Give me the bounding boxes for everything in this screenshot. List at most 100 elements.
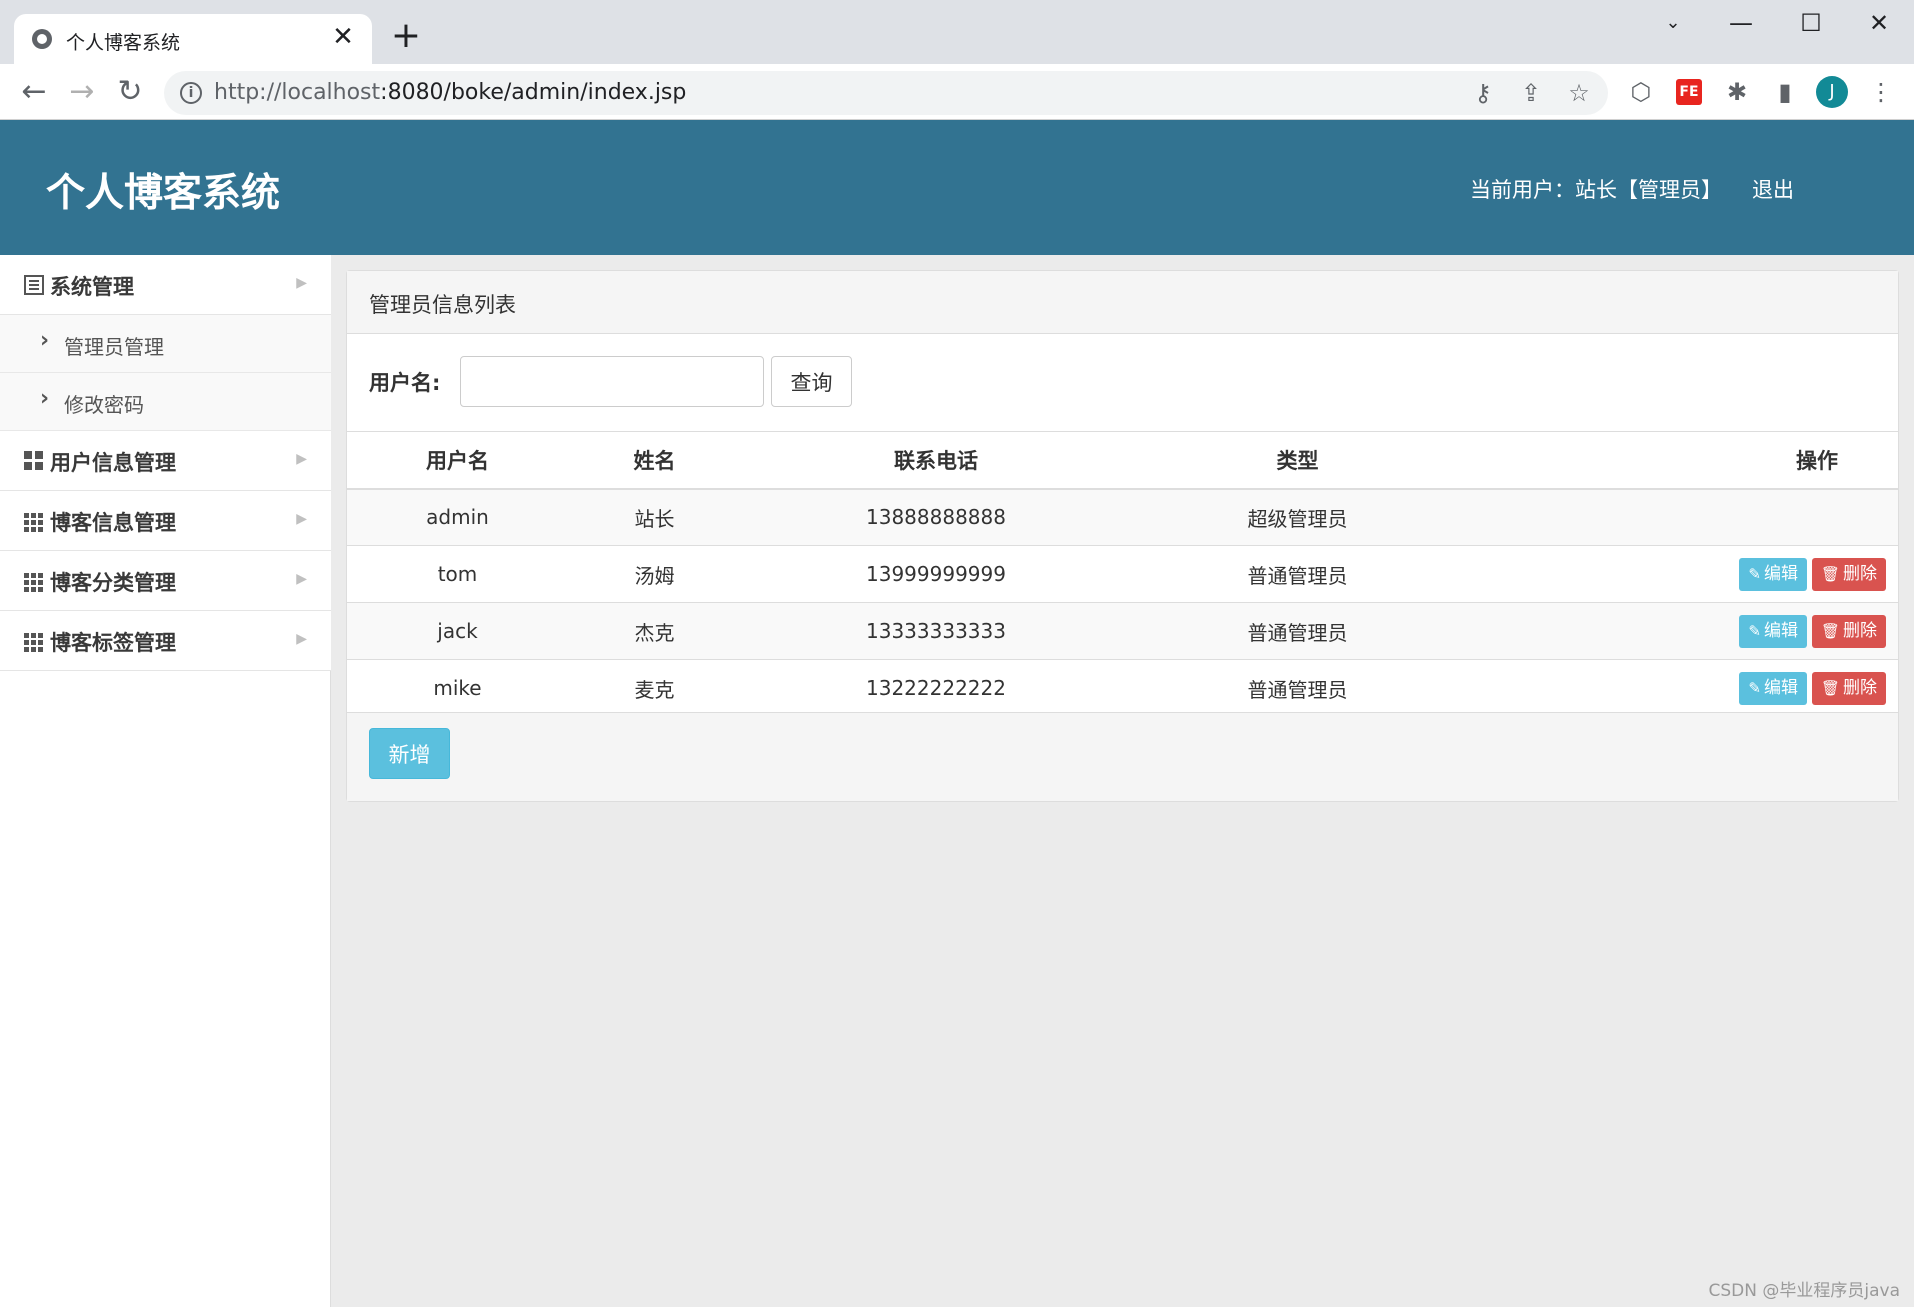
url-host: http://localhost xyxy=(214,80,381,105)
tab-title: 个人博客系统 xyxy=(66,32,181,54)
current-user-label: 当前用户：站长【管理员】 xyxy=(1470,178,1722,202)
cell-phone: 13999999999 xyxy=(741,545,1131,603)
admin-list-panel: 管理员信息列表 用户名: 查询 用户名 姓名 联系电话 类型 操作 admin … xyxy=(346,270,1899,802)
window-close-icon[interactable]: ✕ xyxy=(1856,6,1902,40)
cell-type: 普通管理员 xyxy=(1131,545,1464,603)
search-button[interactable]: 查询 xyxy=(771,356,852,407)
cell-actions xyxy=(1464,488,1898,546)
edit-icon: ✎ xyxy=(1748,621,1761,640)
chevron-right-icon: › xyxy=(40,328,50,353)
delete-button-label: 删除 xyxy=(1843,677,1877,698)
username-search-input[interactable] xyxy=(460,356,764,407)
edit-button-label: 编辑 xyxy=(1763,677,1798,698)
cell-username: admin xyxy=(347,488,568,546)
table-row: mike 麦克 13222222222 普通管理员 ✎ 编辑 🗑 删除 xyxy=(347,659,1898,717)
sidebar-subitem-label: 管理员管理 xyxy=(64,335,164,359)
cell-name: 汤姆 xyxy=(568,545,741,603)
edit-icon: ✎ xyxy=(1748,678,1761,697)
trash-icon: 🗑 xyxy=(1820,564,1840,583)
address-bar[interactable]: i http://localhost:8080/boke/admin/index… xyxy=(164,71,1608,115)
sidebar-item-user-info[interactable]: 用户信息管理 ▶ xyxy=(0,431,331,491)
profile-avatar[interactable]: J xyxy=(1816,76,1848,108)
column-header-username: 用户名 xyxy=(347,431,568,490)
sidebar-item-label: 博客标签管理 xyxy=(50,631,176,655)
cell-name: 麦克 xyxy=(568,659,741,717)
sidebar-subitem-admin-manage[interactable]: › 管理员管理 xyxy=(0,315,331,373)
grid9-icon xyxy=(24,633,44,653)
cell-username: jack xyxy=(347,602,568,660)
site-info-icon[interactable]: i xyxy=(180,82,202,104)
edit-button[interactable]: ✎ 编辑 xyxy=(1739,671,1807,705)
admin-table: 用户名 姓名 联系电话 类型 操作 admin 站长 13888888888 超… xyxy=(347,431,1898,717)
edit-button[interactable]: ✎ 编辑 xyxy=(1739,557,1807,591)
tab-search-icon[interactable]: ⌄ xyxy=(1650,6,1696,40)
browser-toolbar: ← → ↻ i http://localhost:8080/boke/admin… xyxy=(0,64,1914,120)
side-panel-icon[interactable]: ▮ xyxy=(1770,77,1800,107)
sidebar-item-blog-tags[interactable]: 博客标签管理 ▶ xyxy=(0,611,331,671)
extension-hexagon-icon[interactable]: ⬡ xyxy=(1626,77,1656,107)
column-header-type: 类型 xyxy=(1131,431,1464,490)
edit-icon: ✎ xyxy=(1748,564,1761,583)
browser-tab[interactable]: 个人博客系统 ✕ xyxy=(14,14,372,64)
add-admin-button[interactable]: 新增 xyxy=(369,728,450,779)
edit-button-label: 编辑 xyxy=(1763,620,1798,641)
app-header: 个人博客系统 当前用户：站长【管理员】 退出 xyxy=(0,120,1914,255)
cell-actions: ✎ 编辑 🗑 删除 xyxy=(1464,602,1898,660)
trash-icon: 🗑 xyxy=(1820,621,1840,640)
fe-helper-icon[interactable]: FE xyxy=(1676,79,1702,105)
sidebar-subitem-change-password[interactable]: › 修改密码 xyxy=(0,373,331,431)
chevron-right-icon: › xyxy=(40,386,50,411)
panel-title: 管理员信息列表 xyxy=(369,293,516,317)
reload-icon[interactable]: ↻ xyxy=(110,72,150,112)
delete-button-label: 删除 xyxy=(1843,563,1877,584)
delete-button[interactable]: 🗑 删除 xyxy=(1811,614,1886,648)
bookmark-star-icon[interactable]: ☆ xyxy=(1566,80,1592,106)
cell-type: 普通管理员 xyxy=(1131,602,1464,660)
table-row: jack 杰克 13333333333 普通管理员 ✎ 编辑 🗑 删除 xyxy=(347,602,1898,660)
caret-right-icon: ▶ xyxy=(296,275,307,291)
sidebar-item-blog-category[interactable]: 博客分类管理 ▶ xyxy=(0,551,331,611)
table-row: admin 站长 13888888888 超级管理员 xyxy=(347,488,1898,546)
cell-type: 普通管理员 xyxy=(1131,659,1464,717)
new-tab-button[interactable]: + xyxy=(388,18,424,54)
sidebar-item-label: 用户信息管理 xyxy=(50,451,176,475)
maximize-icon[interactable]: ☐ xyxy=(1788,6,1834,40)
column-header-phone: 联系电话 xyxy=(741,431,1131,490)
sidebar-item-blog-info[interactable]: 博客信息管理 ▶ xyxy=(0,491,331,551)
cell-username: tom xyxy=(347,545,568,603)
table-row: tom 汤姆 13999999999 普通管理员 ✎ 编辑 🗑 删除 xyxy=(347,545,1898,603)
cell-actions: ✎ 编辑 🗑 删除 xyxy=(1464,659,1898,717)
table-header-row: 用户名 姓名 联系电话 类型 操作 xyxy=(347,431,1898,490)
forward-icon[interactable]: → xyxy=(62,72,102,112)
edit-button[interactable]: ✎ 编辑 xyxy=(1739,614,1807,648)
cell-phone: 13888888888 xyxy=(741,488,1131,546)
back-icon[interactable]: ← xyxy=(14,72,54,112)
caret-right-icon: ▶ xyxy=(296,511,307,527)
tab-close-icon[interactable]: ✕ xyxy=(328,22,358,52)
cell-phone: 13333333333 xyxy=(741,602,1131,660)
url-text[interactable]: http://localhost:8080/boke/admin/index.j… xyxy=(214,80,686,105)
cell-actions: ✎ 编辑 🗑 删除 xyxy=(1464,545,1898,603)
globe-icon xyxy=(32,29,52,49)
caret-right-icon: ▶ xyxy=(296,451,307,467)
browser-tab-bar: 个人博客系统 ✕ + ⌄ — ☐ ✕ xyxy=(0,0,1914,64)
cell-type: 超级管理员 xyxy=(1131,488,1464,546)
share-icon[interactable]: ⇪ xyxy=(1518,80,1544,106)
logout-link[interactable]: 退出 xyxy=(1752,174,1794,204)
panel-footer: 新增 xyxy=(347,712,1898,801)
cell-name: 杰克 xyxy=(568,602,741,660)
caret-right-icon: ▶ xyxy=(296,631,307,647)
sidebar-item-label: 博客分类管理 xyxy=(50,571,176,595)
extensions-puzzle-icon[interactable]: ✱ xyxy=(1722,77,1752,107)
delete-button[interactable]: 🗑 删除 xyxy=(1811,557,1886,591)
sidebar-item-system[interactable]: 系统管理 ▶ xyxy=(0,255,331,315)
trash-icon: 🗑 xyxy=(1820,678,1840,697)
key-icon[interactable]: ⚷ xyxy=(1470,80,1496,106)
grid9-icon xyxy=(24,573,44,593)
sidebar-item-label: 博客信息管理 xyxy=(50,511,176,535)
sidebar-item-label: 系统管理 xyxy=(50,275,134,299)
minimize-icon[interactable]: — xyxy=(1718,6,1764,40)
menu-dots-icon[interactable]: ⋮ xyxy=(1866,77,1896,107)
column-header-name: 姓名 xyxy=(568,431,741,490)
delete-button[interactable]: 🗑 删除 xyxy=(1811,671,1886,705)
